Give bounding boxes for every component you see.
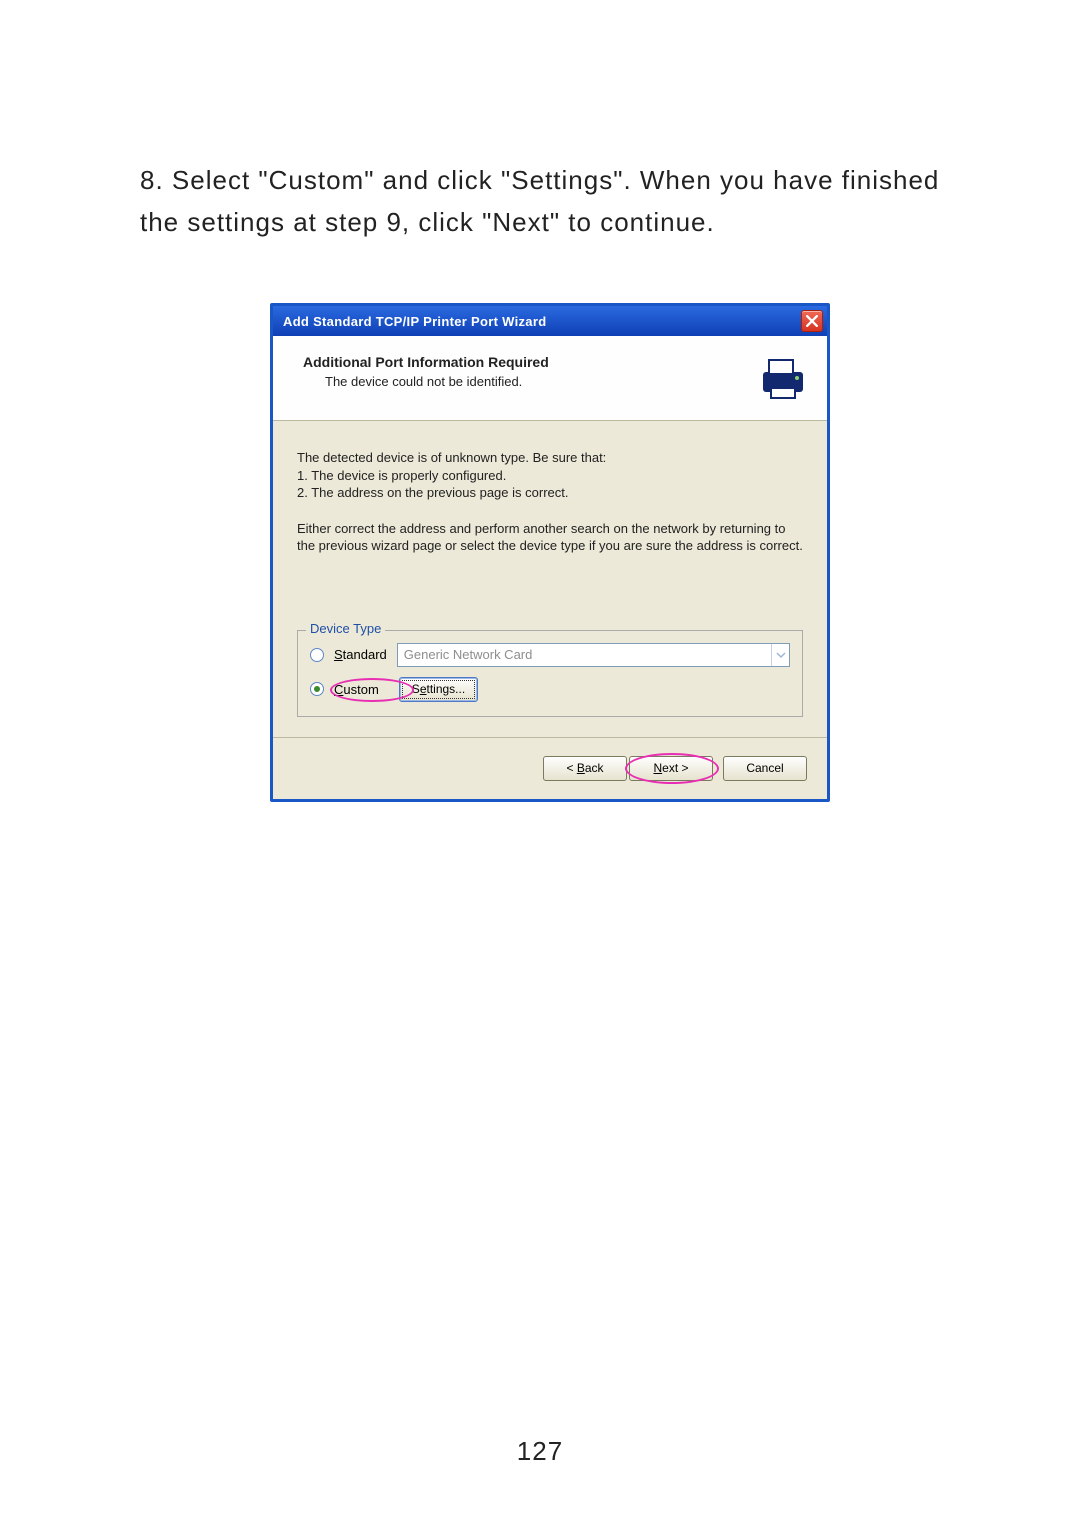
document-page: 8. Select "Custom" and click "Settings".… <box>0 0 1080 1527</box>
standard-radio[interactable] <box>310 648 324 662</box>
next-underline: N <box>653 761 662 775</box>
body-paragraph-1: The detected device is of unknown type. … <box>297 449 803 502</box>
cancel-button[interactable]: Cancel <box>723 756 807 781</box>
para1-line3: 2. The address on the previous page is c… <box>297 484 803 502</box>
back-next-group: < Back Next > <box>543 756 713 781</box>
header-title: Additional Port Information Required <box>303 354 549 370</box>
combo-chevron[interactable] <box>771 644 789 666</box>
fieldset-legend: Device Type <box>306 621 385 636</box>
standard-combo[interactable]: Generic Network Card <box>397 643 790 667</box>
standard-rest: tandard <box>343 647 387 662</box>
custom-underline: C <box>334 682 343 697</box>
chevron-down-icon <box>776 650 786 660</box>
body-paragraph-2: Either correct the address and perform a… <box>297 520 803 555</box>
title-bar-text: Add Standard TCP/IP Printer Port Wizard <box>283 314 546 329</box>
next-post: ext > <box>662 761 688 775</box>
standard-radio-label[interactable]: Standard <box>334 647 387 662</box>
wizard-dialog: Add Standard TCP/IP Printer Port Wizard … <box>270 303 830 802</box>
wizard-header: Additional Port Information Required The… <box>273 336 827 421</box>
header-subtitle: The device could not be identified. <box>325 374 549 389</box>
back-post: ack <box>585 761 604 775</box>
combo-value: Generic Network Card <box>404 647 533 662</box>
printer-icon <box>759 354 807 402</box>
wizard-body: The detected device is of unknown type. … <box>273 421 827 737</box>
step-instruction: 8. Select "Custom" and click "Settings".… <box>140 160 960 243</box>
page-number: 127 <box>0 1436 1080 1467</box>
back-underline: B <box>577 761 585 775</box>
para1-line1: The detected device is of unknown type. … <box>297 449 803 467</box>
settings-underline: e <box>420 682 427 696</box>
device-type-fieldset: Device Type Standard Generic Network Car… <box>297 630 803 717</box>
wizard-footer: < Back Next > Cancel <box>273 737 827 799</box>
custom-radio[interactable] <box>310 682 324 696</box>
dialog-container: Add Standard TCP/IP Printer Port Wizard … <box>270 303 830 802</box>
close-icon <box>806 315 818 327</box>
custom-radio-label[interactable]: Custom <box>334 682 379 697</box>
next-button[interactable]: Next > <box>629 756 713 781</box>
standard-row: Standard Generic Network Card <box>310 643 790 667</box>
title-bar[interactable]: Add Standard TCP/IP Printer Port Wizard <box>273 306 827 336</box>
standard-underline: S <box>334 647 343 662</box>
settings-post: ttings... <box>427 682 466 696</box>
back-button[interactable]: < Back <box>543 756 627 781</box>
close-button[interactable] <box>801 310 823 332</box>
wizard-header-text: Additional Port Information Required The… <box>303 354 549 389</box>
custom-rest: ustom <box>343 682 378 697</box>
settings-pre: S <box>412 682 420 696</box>
settings-button[interactable]: Settings... <box>399 677 478 702</box>
custom-row: Custom Settings... <box>310 677 790 702</box>
para1-line2: 1. The device is properly configured. <box>297 467 803 485</box>
next-wrap: Next > <box>629 756 713 781</box>
back-pre: < <box>566 761 576 775</box>
